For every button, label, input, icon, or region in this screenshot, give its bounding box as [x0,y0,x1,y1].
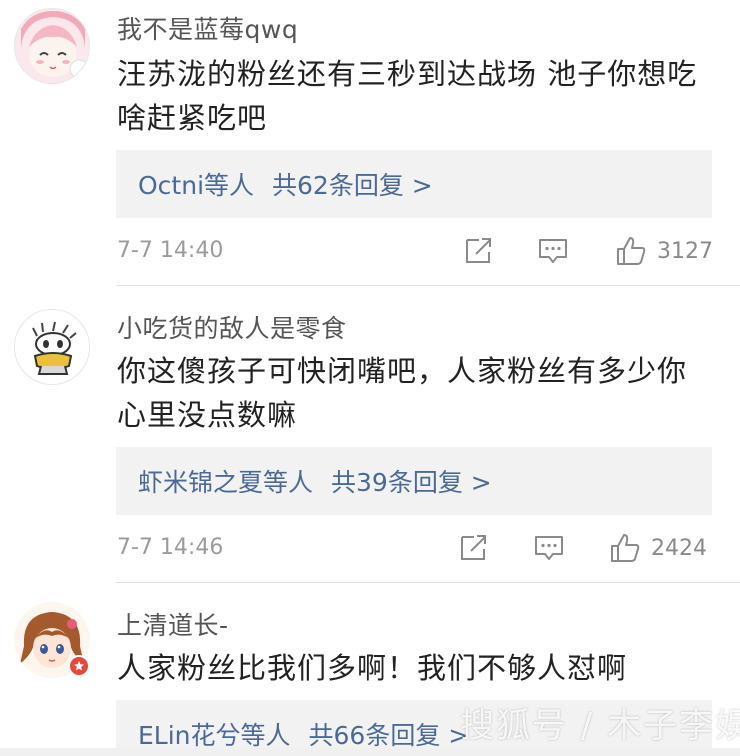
reply-names[interactable]: 虾米锦之夏等人 [138,468,313,497]
replies-box[interactable]: Octni等人 共62条回复 > [116,150,712,218]
reply-count-link[interactable]: 共39条回复 > [331,468,492,497]
comment-meta: 7-7 14:40 3127 [117,232,717,272]
like-button[interactable]: 3127 [615,234,713,268]
like-icon [617,237,646,265]
comment-line: 人家粉丝比我们多啊！我们不够人怼啊 [117,651,628,685]
reply-count-link[interactable]: 共62条回复 > [272,171,433,200]
timestamp: 7-7 14:40 [117,238,224,263]
verified-badge-icon [68,655,90,677]
avatar[interactable] [14,8,90,84]
username[interactable]: 小吃货的敌人是零食 [117,309,347,345]
comment-line: 啥赶紧吃吧 [117,101,268,135]
comment-content: 汪苏泷的粉丝还有三秒到达战场 池子你想吃 啥赶紧吃吧 [117,52,717,140]
reply-count-link[interactable]: 共66条回复 > [309,721,470,750]
watermark: 搜狐号 / 木子李娱 [460,706,740,746]
comment-content: 人家粉丝比我们多啊！我们不够人怼啊 [117,646,717,690]
comment-line: 心里没点数嘛 [117,398,298,432]
reply-names[interactable]: Octni等人 [138,171,254,200]
comment-line: 汪苏泷的粉丝还有三秒到达战场 池子你想吃 [117,57,698,91]
share-icon[interactable] [458,531,490,563]
reply-names[interactable]: ELin花兮等人 [138,721,291,750]
username[interactable]: 上清道长- [117,606,229,642]
like-count: 2424 [651,535,707,561]
divider [116,582,740,583]
share-icon[interactable] [463,234,495,266]
bottom-edge [0,748,740,756]
comment-icon[interactable] [537,234,569,266]
replies-box[interactable]: 虾米锦之夏等人 共39条回复 > [116,447,712,515]
like-button[interactable]: 2424 [609,531,707,565]
comment-icon[interactable] [533,531,565,563]
divider [116,285,740,286]
comment-content: 你这傻孩子可快闭嘴吧，人家粉丝有多少你 心里没点数嘛 [117,349,717,437]
like-icon [611,534,640,562]
like-count: 3127 [657,238,713,264]
avatar[interactable] [14,309,90,385]
timestamp: 7-7 14:46 [117,535,224,560]
username[interactable]: 我不是蓝莓qwq [117,10,298,46]
comment-meta: 7-7 14:46 2424 [117,529,717,569]
comment-line: 你这傻孩子可快闭嘴吧，人家粉丝有多少你 [117,354,688,388]
